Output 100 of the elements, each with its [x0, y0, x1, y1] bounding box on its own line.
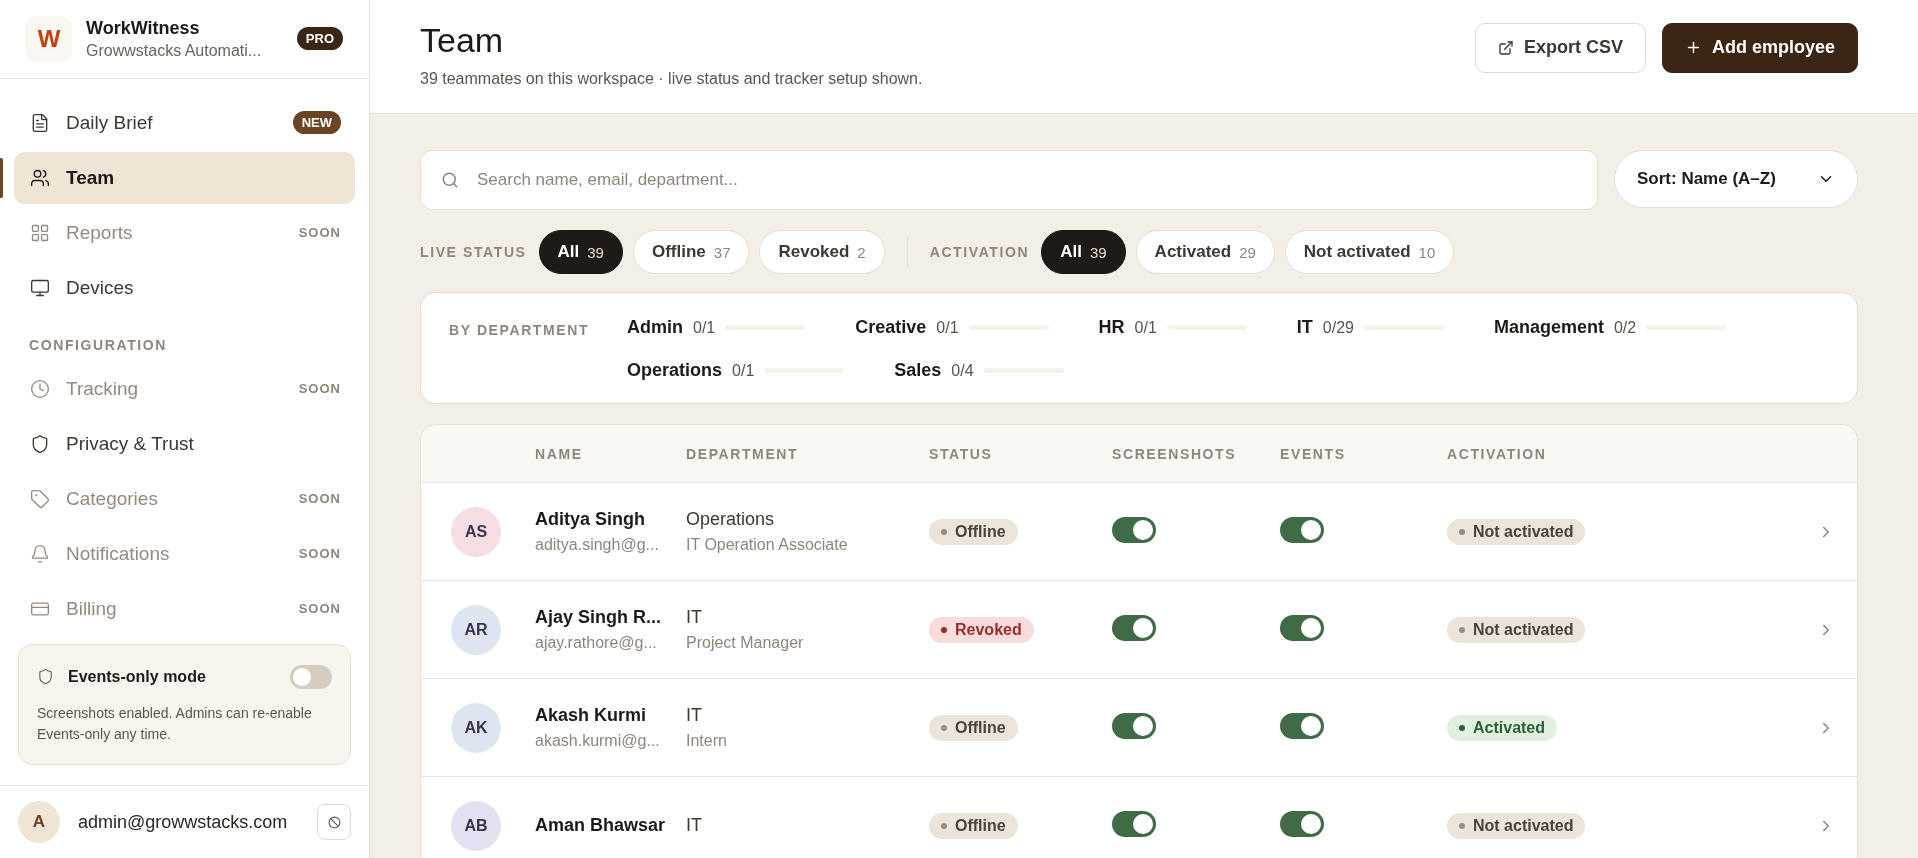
- column-header: EVENTS: [1280, 445, 1347, 462]
- screenshots-toggle[interactable]: [1112, 516, 1156, 543]
- events-mode-title: Events-only mode: [68, 667, 207, 686]
- soon-label: SOON: [298, 546, 341, 562]
- monitor-icon: [30, 277, 50, 298]
- filter-chip[interactable]: Revoked 2: [759, 230, 885, 274]
- sort-dropdown[interactable]: Sort: Name (A–Z): [1614, 150, 1858, 208]
- sign-out-button[interactable]: [317, 804, 351, 841]
- soon-label: SOON: [298, 491, 341, 507]
- status-badge: Revoked: [929, 616, 1034, 643]
- soon-label: SOON: [298, 225, 341, 241]
- department-text: IT: [686, 815, 703, 836]
- department-count: 0/2: [1613, 318, 1637, 337]
- filter-label: ACTIVATION: [929, 244, 1030, 260]
- soon-label: SOON: [298, 381, 341, 397]
- activation-badge: Not activated: [1447, 616, 1586, 643]
- department-name: Sales: [894, 360, 942, 381]
- activation-badge: Not activated: [1447, 812, 1586, 839]
- bell-icon: [30, 543, 50, 564]
- filter-chip[interactable]: All 39: [538, 230, 623, 274]
- screenshots-toggle[interactable]: [1112, 810, 1156, 837]
- events-toggle[interactable]: [1280, 516, 1324, 543]
- events-toggle[interactable]: [1280, 712, 1324, 739]
- plan-badge: PRO: [296, 27, 343, 51]
- filter-chip[interactable]: Activated 29: [1135, 230, 1275, 274]
- department-text: Operations: [686, 509, 776, 530]
- activation-badge: Activated: [1447, 714, 1558, 741]
- nav-item[interactable]: Privacy & Trust: [14, 417, 355, 470]
- nav-item[interactable]: Devices: [14, 261, 355, 314]
- employee-name: Akash Kurmi: [535, 705, 648, 726]
- status-badge: Offline: [929, 518, 1018, 545]
- section-heading: CONFIGURATION: [28, 335, 168, 355]
- user-email: admin@growwstacks.com: [78, 811, 289, 833]
- filter-chip[interactable]: Offline 37: [632, 230, 750, 274]
- status-badge: Offline: [929, 812, 1018, 839]
- document-icon: [30, 112, 50, 133]
- nav-item[interactable]: Daily Brief NEW: [14, 96, 355, 149]
- job-title: Intern: [686, 732, 728, 750]
- department-name: Operations: [627, 360, 723, 381]
- job-title: Project Manager: [686, 634, 805, 652]
- activation-badge: Not activated: [1447, 518, 1586, 545]
- department-count: 0/1: [1134, 318, 1157, 337]
- status-badge: Offline: [929, 714, 1018, 741]
- filter-chip[interactable]: Not activated 10: [1284, 230, 1455, 274]
- department-heading: BY DEPARTMENT: [449, 321, 591, 340]
- screenshots-toggle[interactable]: [1112, 712, 1156, 739]
- employee-name: Aman Bhawsar: [535, 815, 667, 836]
- page-subtitle: 39 teammates on this workspace · live status and tracker setup shown.: [420, 70, 924, 88]
- department-text: IT: [686, 705, 703, 726]
- department-name: HR: [1098, 317, 1125, 338]
- external-link-icon: [1497, 39, 1514, 56]
- active-indicator: [0, 157, 3, 198]
- soon-label: SOON: [298, 601, 341, 617]
- grid-icon: [30, 222, 50, 243]
- app-logo: W: [26, 15, 72, 62]
- department-name: Admin: [627, 317, 683, 338]
- app-name: WorkWitness: [86, 17, 201, 39]
- screenshots-toggle[interactable]: [1112, 614, 1156, 641]
- department-name: Management: [1493, 317, 1604, 338]
- events-mode-description: Screenshots enabled. Admins can re-enable Events-only any time.: [37, 703, 313, 745]
- filter-label: LIVE STATUS: [420, 244, 527, 260]
- column-header: NAME: [535, 445, 584, 462]
- avatar-initials: AR: [451, 604, 501, 655]
- employee-name: Ajay Singh R...: [535, 607, 663, 628]
- filter-chip[interactable]: All 39: [1041, 230, 1126, 274]
- department-text: IT: [686, 607, 703, 628]
- shield-icon: [30, 433, 50, 454]
- add-employee-button[interactable]: Add employee: [1661, 22, 1858, 73]
- avatar-initials: AK: [451, 702, 501, 753]
- avatar-initials: AB: [451, 800, 501, 851]
- department-name: IT: [1296, 317, 1313, 338]
- department-count: 0/1: [693, 318, 716, 337]
- export-csv-button[interactable]: Export CSV: [1474, 22, 1646, 73]
- column-header: STATUS: [929, 445, 994, 462]
- events-toggle[interactable]: [1280, 614, 1324, 641]
- department-count: 0/29: [1322, 318, 1354, 337]
- users-icon: [30, 167, 50, 188]
- employee-email: akash.kurmi@g...: [535, 732, 661, 750]
- avatar-initials: AS: [451, 506, 501, 557]
- department-count: 0/1: [936, 318, 959, 337]
- page-title: Team: [420, 21, 505, 60]
- tag-icon: [30, 488, 50, 509]
- shield-icon: [37, 668, 54, 686]
- employee-name: Aditya Singh: [535, 509, 646, 530]
- employee-email: ajay.rathore@g...: [535, 634, 658, 652]
- column-header: SCREENSHOTS: [1112, 445, 1238, 462]
- column-header: DEPARTMENT: [686, 445, 800, 462]
- job-title: IT Operation Associate: [686, 536, 849, 554]
- department-count: 0/1: [732, 361, 755, 380]
- search-icon: [441, 171, 459, 189]
- new-badge: NEW: [292, 111, 341, 135]
- events-toggle[interactable]: [1280, 810, 1324, 837]
- department-count: 0/4: [951, 361, 974, 380]
- column-header: ACTIVATION: [1447, 445, 1548, 462]
- department-name: Creative: [855, 317, 927, 338]
- blocked-circle-icon: [327, 815, 341, 829]
- clock-icon: [30, 378, 50, 399]
- user-avatar: A: [18, 801, 60, 844]
- employee-email: aditya.singh@g...: [535, 536, 660, 554]
- events-mode-toggle[interactable]: [290, 664, 332, 689]
